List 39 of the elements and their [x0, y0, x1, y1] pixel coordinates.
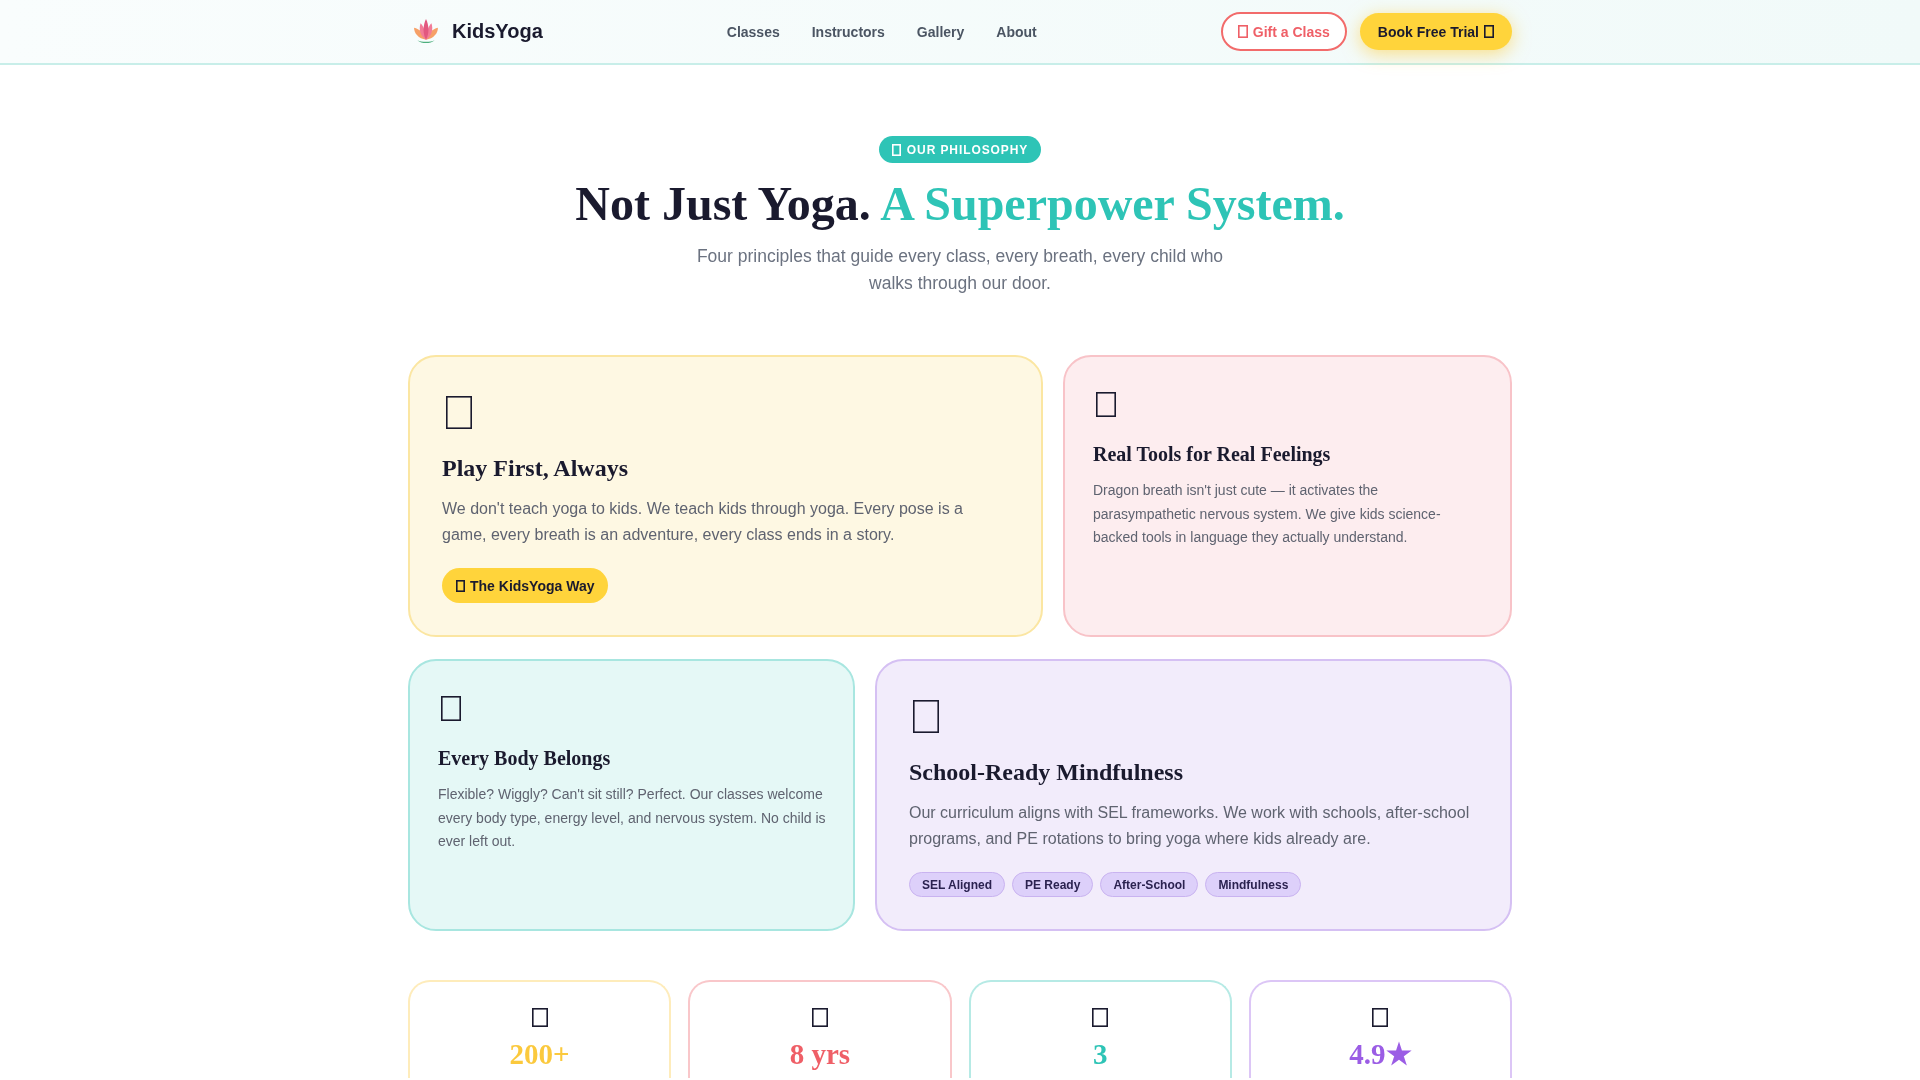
- badge-text: OUR PHILOSOPHY: [906, 142, 1029, 157]
- missing-glyph-icon: [446, 396, 472, 429]
- topic-tag: After-School: [1100, 872, 1199, 898]
- missing-glyph-icon: [891, 143, 901, 156]
- topic-tag: Mindfulness: [1205, 872, 1302, 898]
- card-title: School-Ready Mindfulness: [909, 758, 1184, 788]
- missing-glyph-icon: [441, 696, 461, 722]
- nav-link[interactable]: About: [996, 23, 1037, 40]
- missing-glyph-icon: [1484, 25, 1494, 38]
- stat-value: 4.9★: [1349, 1037, 1412, 1073]
- topic-tag: PE Ready: [1012, 872, 1094, 898]
- missing-glyph-icon: [456, 579, 465, 592]
- card-title: Play First, Always: [442, 454, 628, 483]
- missing-glyph-icon: [1092, 1008, 1109, 1028]
- missing-glyph-icon: [811, 1008, 828, 1028]
- nav-link[interactable]: Instructors: [811, 23, 885, 40]
- cta-button[interactable]: The KidsYoga Way: [442, 568, 609, 604]
- missing-glyph-icon: [913, 700, 939, 734]
- missing-glyph-icon: [1096, 392, 1116, 417]
- card-title: Every Body Belongs: [438, 746, 611, 772]
- card-text: Flexible? Wiggly? Can't sit still? Perfect. Our classes welcome every body type, energy level, and nervous system. No child is ever left out.: [438, 785, 827, 852]
- card-text: Dragon breath isn't just cute — it activates the parasympathetic nervous system. We give kids science-backed tools in language they actually understand.: [1093, 481, 1442, 548]
- primary-button[interactable]: Book Free Trial: [1359, 13, 1512, 50]
- card-text: Our curriculum aligns with SEL frameworks. We work with schools, after-school programs, and PE rotations to bring yoga where kids already are.: [909, 803, 1471, 849]
- nav-link[interactable]: Gallery: [916, 23, 965, 40]
- card-title: Real Tools for Real Feelings: [1093, 442, 1331, 467]
- missing-glyph-icon: [1237, 25, 1248, 38]
- nav-link[interactable]: Classes: [726, 23, 780, 40]
- stat-value: 3: [1092, 1037, 1108, 1073]
- topic-tag: SEL Aligned: [909, 872, 1005, 898]
- stat-value: 8 yrs: [789, 1037, 851, 1073]
- lotus-icon: [414, 19, 438, 44]
- hero-subtitle: Four principles that guide every class, every breath, every child who walks through our door.: [695, 245, 1225, 295]
- stat-value: 200+: [509, 1037, 570, 1073]
- hero-title: Not Just Yoga. A Superpower System.: [575, 176, 1345, 232]
- card-text: We don't teach yoga to kids. We teach kids through yoga. Every pose is a game, every breath is an adventure, every class ends in a story.: [442, 499, 964, 545]
- missing-glyph-icon: [1372, 1008, 1389, 1028]
- missing-glyph-icon: [531, 1008, 548, 1028]
- brand-name: KidsYoga: [452, 20, 543, 43]
